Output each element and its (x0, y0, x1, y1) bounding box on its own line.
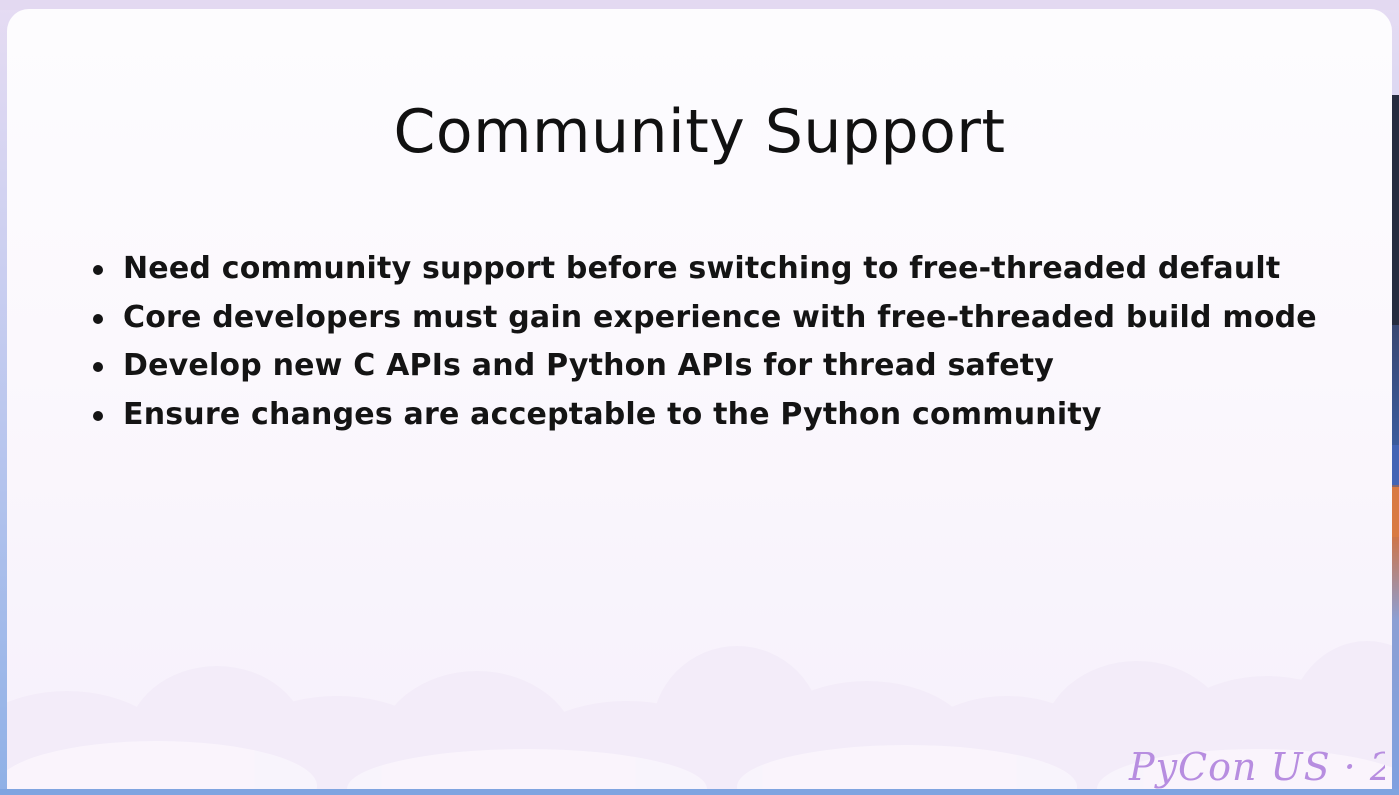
bullet-list: Need community support before switching … (93, 245, 1317, 439)
bullet-dot-icon (93, 265, 103, 275)
logo-text: PyCon US · 24 (1128, 745, 1385, 789)
bullet-item: Develop new C APIs and Python APIs for t… (93, 342, 1317, 391)
bullet-dot-icon (93, 313, 103, 324)
bullet-item: Core developers must gain experience wit… (93, 294, 1317, 343)
bullet-text: Ensure changes are acceptable to the Pyt… (123, 396, 1102, 432)
slide-title: Community Support (393, 97, 1006, 167)
window-bottom-border (0, 789, 1399, 795)
bullet-text: Need community support before switching … (123, 251, 1281, 286)
bullet-item: Ensure changes are acceptable to the Pyt… (93, 391, 1317, 440)
bullet-dot-icon (93, 410, 103, 421)
bullet-dot-icon (93, 362, 103, 372)
bullet-item: Need community support before switching … (93, 245, 1317, 294)
bullet-text: Core developers must gain experience wit… (123, 299, 1317, 335)
pycon-logo: PyCon US · 24 (1128, 745, 1385, 789)
presentation-slide: Community Support Need community support… (7, 9, 1392, 791)
bullet-text: Develop new C APIs and Python APIs for t… (123, 348, 1055, 383)
background-window-strip (1392, 95, 1399, 795)
